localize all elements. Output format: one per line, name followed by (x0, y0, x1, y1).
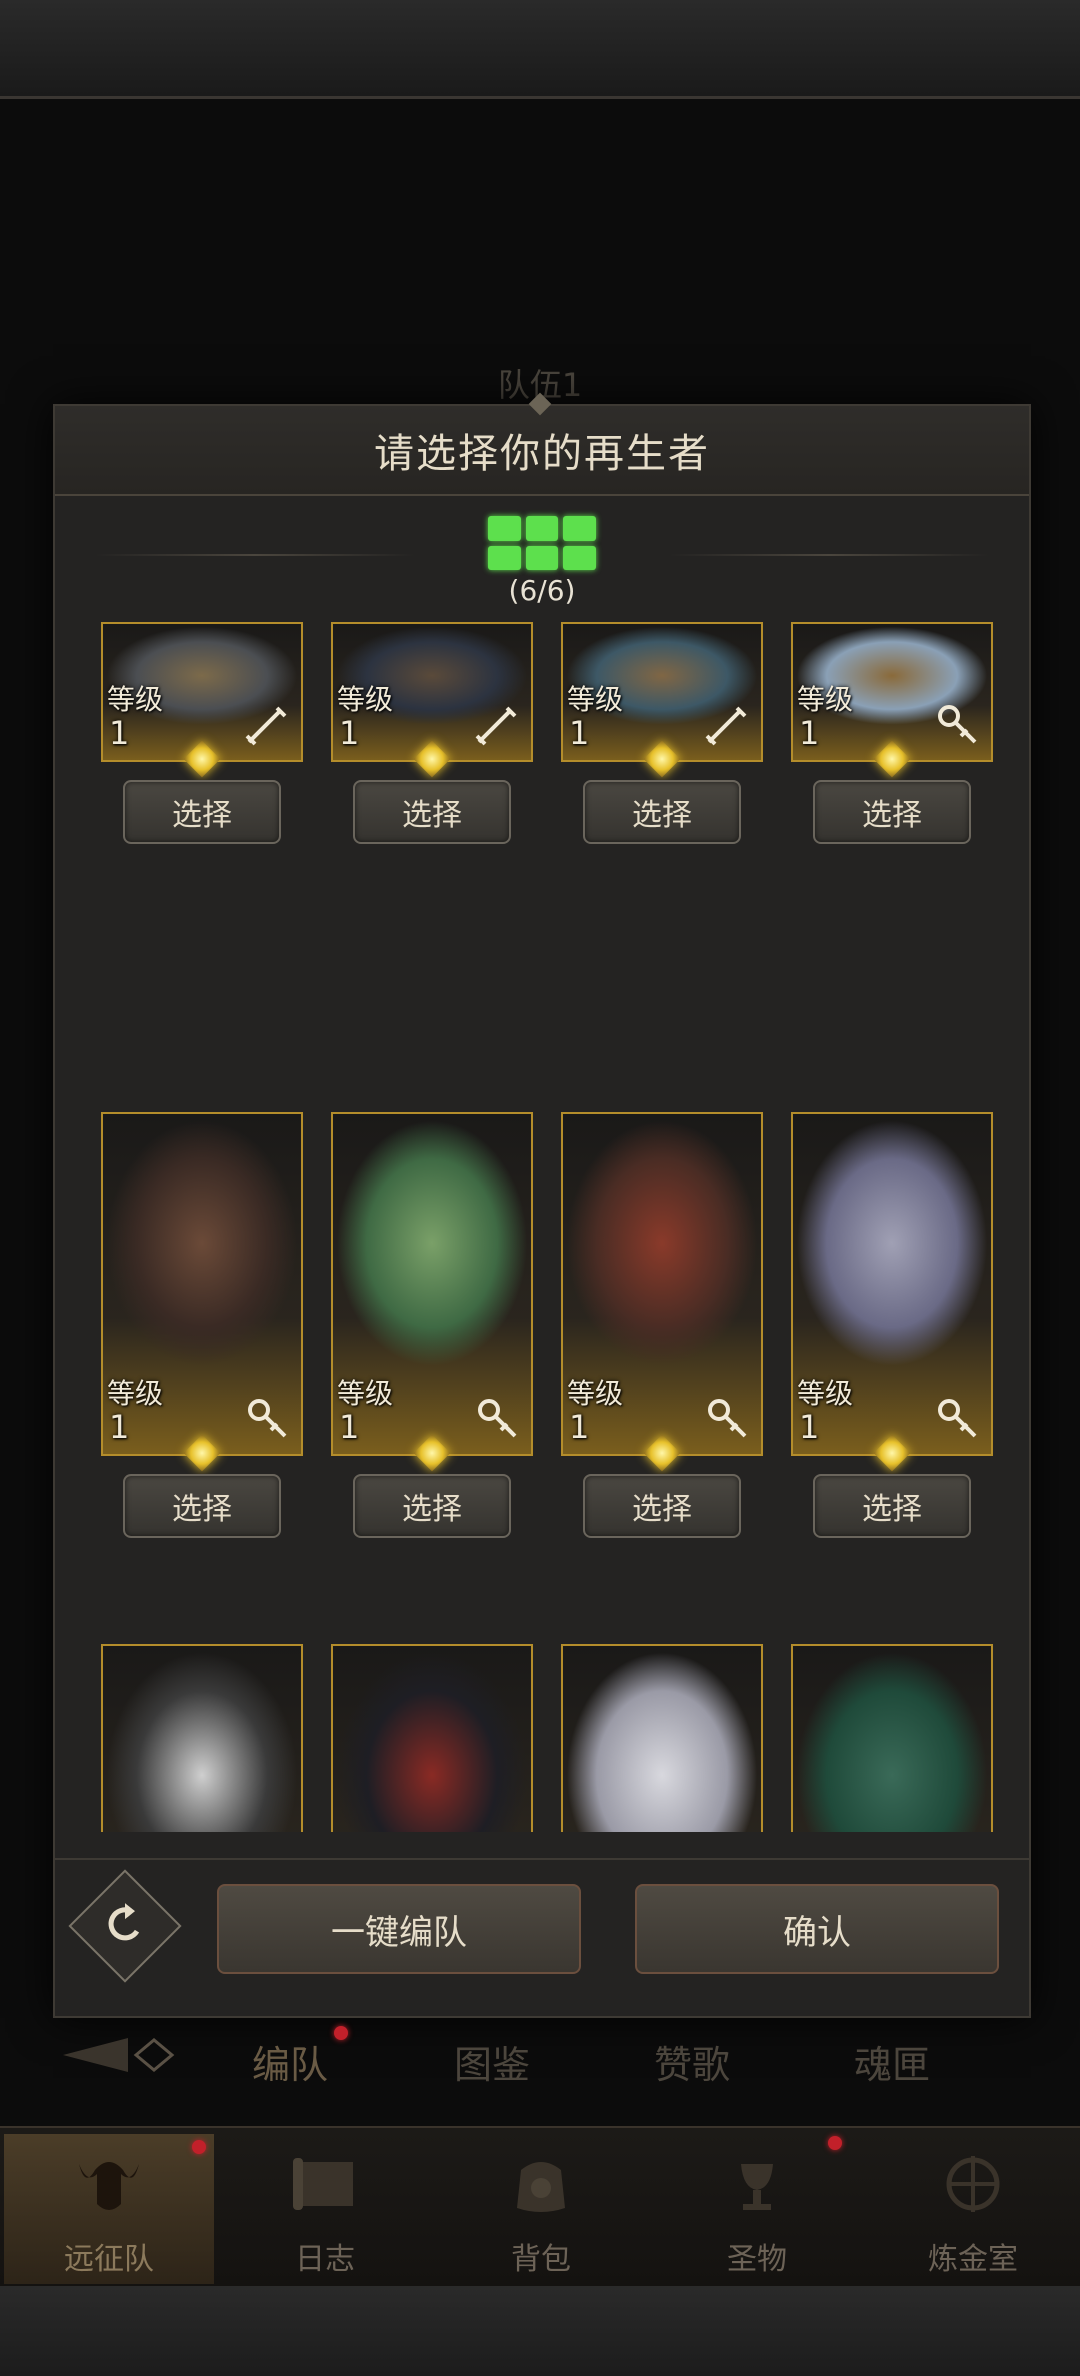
confirm-button[interactable]: 确认 (635, 1884, 999, 1974)
tab-formation-badge (334, 2026, 348, 2040)
hero-card[interactable]: 等级1 (101, 1644, 303, 1832)
scroll-icon (293, 2158, 353, 2210)
select-button[interactable]: 选择 (583, 1474, 741, 1538)
nav-label: 圣物 (727, 2242, 787, 2277)
staff-icon (248, 1399, 287, 1438)
modal-header: 请选择你的再生者 (55, 392, 1029, 496)
level-value: 1 (799, 1408, 820, 1446)
level-label: 等级 (567, 683, 624, 716)
level-value: 1 (109, 714, 130, 752)
team-slots-icon (488, 516, 596, 570)
chalice-icon (741, 2164, 773, 2210)
alchemy-icon (946, 2156, 1000, 2212)
sword-icon (245, 706, 287, 746)
level-value: 1 (799, 714, 820, 752)
footer-divider (55, 1858, 1029, 1860)
hero-card[interactable]: 等级1 (791, 1112, 993, 1456)
nav-journal[interactable]: 日志 (220, 2134, 430, 2284)
hero-portrait (563, 1646, 761, 1832)
hero-portrait (103, 1646, 301, 1832)
tab-codex[interactable]: 图鉴 (454, 2034, 530, 2089)
select-button[interactable]: 选择 (123, 780, 281, 844)
hero-card[interactable]: 等级1 (561, 1112, 763, 1456)
top-decorative-bar (0, 0, 1080, 99)
nav-alchemy[interactable]: 炼金室 (868, 2134, 1078, 2284)
level-label: 等级 (567, 1377, 624, 1410)
team-counter: (6/6) (55, 506, 1029, 607)
select-button[interactable]: 选择 (813, 1474, 971, 1538)
helmet-icon (79, 2162, 139, 2210)
auto-team-button[interactable]: 一键编队 (217, 1884, 581, 1974)
bag-icon (517, 2162, 565, 2212)
select-button[interactable]: 选择 (353, 1474, 511, 1538)
tab-hymn[interactable]: 赞歌 (654, 2034, 730, 2089)
modal-title: 请选择你的再生者 (374, 431, 710, 477)
tab-formation[interactable]: 编队 (252, 2034, 328, 2089)
staff-icon (478, 1399, 517, 1438)
hero-portrait (333, 1646, 531, 1832)
team-count: (6/6) (508, 574, 576, 607)
hero-portrait (793, 1646, 991, 1832)
sword-icon (705, 706, 747, 746)
nav-expedition-badge (192, 2140, 206, 2154)
staff-icon (708, 1399, 747, 1438)
level-label: 等级 (337, 1377, 394, 1410)
level-label: 等级 (337, 683, 394, 716)
sword-icon (475, 706, 517, 746)
level-label: 等级 (797, 683, 854, 716)
hero-card[interactable]: 等级1 (331, 1644, 533, 1832)
tab-row: 编队 图鉴 赞歌 魂匣 (0, 2020, 1080, 2100)
back-arrow-icon[interactable] (58, 2030, 178, 2080)
level-value: 1 (109, 1408, 130, 1446)
select-hero-modal: 请选择你的再生者 (6/6) 等级 1 选择 等级 1 选择 等级 1 选择 等级 1 选择 等级 1 选择… (53, 392, 1031, 2018)
bottom-decorative-bar (0, 2286, 1080, 2376)
divider-right (669, 554, 989, 556)
level-value: 1 (569, 714, 590, 752)
select-button[interactable]: 选择 (583, 780, 741, 844)
level-label: 等级 (107, 683, 164, 716)
bottom-navigation: 远征队 日志 背包 圣物 炼金室 (0, 2126, 1080, 2288)
nav-relics-badge (828, 2136, 842, 2150)
hero-card[interactable]: 等级1 (101, 1112, 303, 1456)
level-label: 等级 (107, 1377, 164, 1410)
level-label: 等级 (797, 1377, 854, 1410)
select-button[interactable]: 选择 (353, 780, 511, 844)
nav-label: 炼金室 (928, 2242, 1018, 2277)
level-value: 1 (339, 1408, 360, 1446)
level-value: 1 (339, 714, 360, 752)
nav-label: 日志 (295, 2242, 355, 2277)
nav-relics[interactable]: 圣物 (652, 2134, 862, 2284)
divider-left (95, 554, 415, 556)
staff-icon (938, 1399, 977, 1438)
nav-expedition[interactable]: 远征队 (4, 2134, 214, 2284)
hero-card[interactable]: 等级1 (791, 1644, 993, 1832)
staff-icon (938, 705, 977, 744)
hero-list[interactable]: 等级 1 选择 等级 1 选择 等级 1 选择 等级 1 选择 等级 1 选择 等级 1 选择 等级 1 选择 等级 1 选择… (101, 622, 993, 1832)
reset-button[interactable] (68, 1869, 182, 1983)
tab-soulbox[interactable]: 魂匣 (854, 2034, 930, 2089)
nav-label: 远征队 (64, 2242, 154, 2277)
select-button[interactable]: 选择 (123, 1474, 281, 1538)
nav-bag[interactable]: 背包 (436, 2134, 646, 2284)
hero-card[interactable]: 等级1 (331, 1112, 533, 1456)
nav-label: 背包 (511, 2242, 571, 2277)
undo-icon (108, 1903, 140, 1941)
select-button[interactable]: 选择 (813, 780, 971, 844)
hero-card[interactable]: 等级1 (561, 1644, 763, 1832)
level-value: 1 (569, 1408, 590, 1446)
